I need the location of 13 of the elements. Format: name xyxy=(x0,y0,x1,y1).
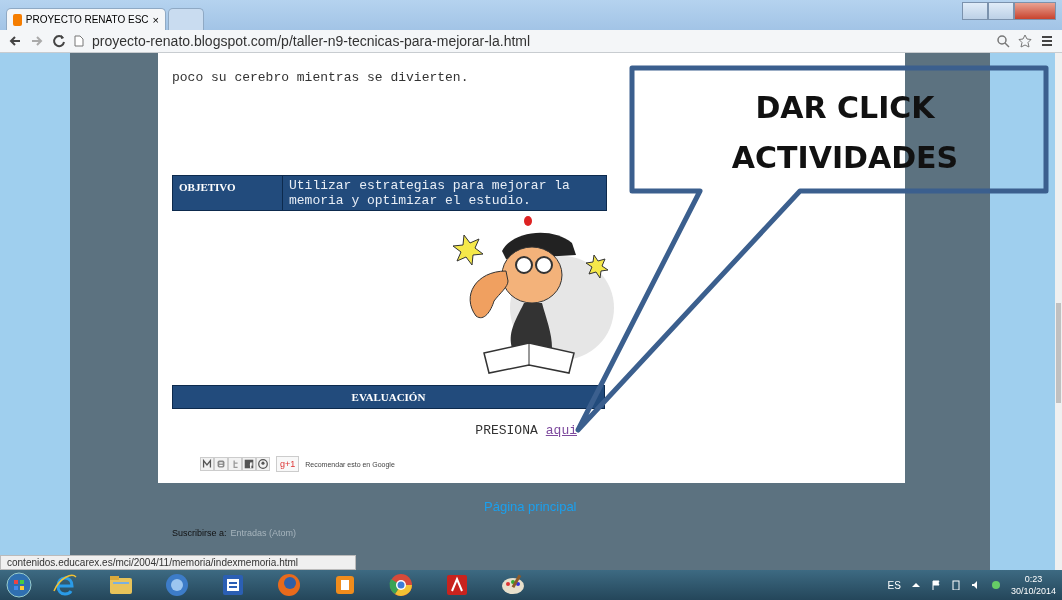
close-tab-button[interactable]: × xyxy=(152,13,159,26)
evaluation-heading: EVALUACIÓN xyxy=(172,385,605,409)
here-link[interactable]: aqui xyxy=(545,423,577,438)
plus-one-button[interactable]: g+1 xyxy=(276,456,300,472)
intro-text: poco su cerebro mientras se divierten. xyxy=(172,70,470,85)
subscribe-label: Suscribirse a: xyxy=(172,528,227,538)
press-text: PRESIONA xyxy=(475,423,538,438)
objective-label: OBJETIVO xyxy=(173,176,283,210)
clock[interactable]: 0:23 30/10/2014 xyxy=(1010,573,1056,597)
language-indicator[interactable]: ES xyxy=(887,579,901,591)
browser-tab[interactable]: PROYECTO RENATO ESC × xyxy=(6,8,166,30)
status-url: contenidos.educarex.es/mci/2004/11/memoria/indexmemoria.html xyxy=(0,555,356,570)
objective-text: Utilizar estrategias para mejorar la memoria y optimizar el estudio. xyxy=(288,177,571,210)
